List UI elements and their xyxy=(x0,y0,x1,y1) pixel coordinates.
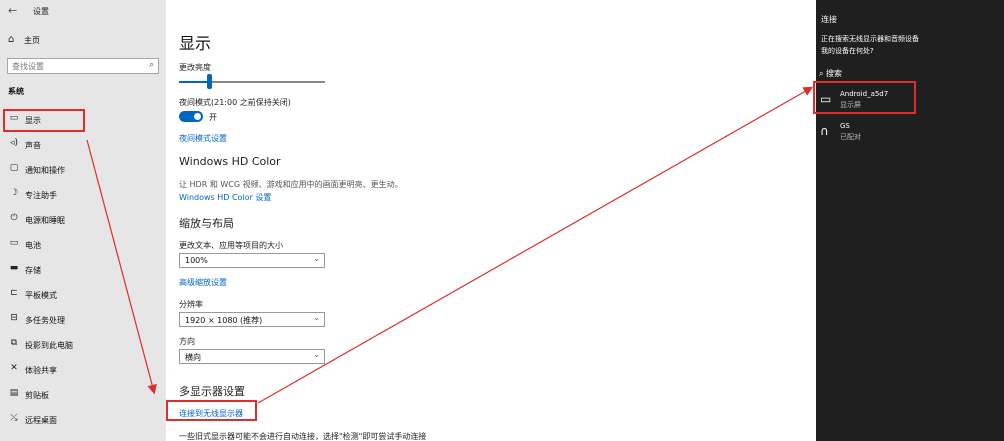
tablet-icon: ⊏ xyxy=(10,288,18,298)
multi-display-note: 一些旧式显示器可能不会进行自动连接，选择"检测"即可尝试手动连接 xyxy=(179,432,427,441)
power-icon: ⏻ xyxy=(10,213,18,223)
sidebar-item-notifications[interactable]: ▢ 通知和操作 xyxy=(0,161,166,181)
where-is-my-device-link[interactable]: 我的设备在何处? xyxy=(821,46,874,56)
sidebar-item-label: 声音 xyxy=(25,141,41,150)
sidebar-item-remote-desktop[interactable]: ⤯ 远程桌面 xyxy=(0,411,166,431)
highlight-box-device xyxy=(813,81,916,114)
hdr-description: 让 HDR 和 WCG 视频、游戏和应用中的画面更明亮、更生动。 xyxy=(179,180,403,189)
window-title: 设置 xyxy=(33,7,49,16)
sidebar-item-multitasking[interactable]: ⊟ 多任务处理 xyxy=(0,311,166,331)
hdr-settings-link[interactable]: Windows HD Color 设置 xyxy=(179,192,271,203)
sidebar-item-power-sleep[interactable]: ⏻ 电源和睡眠 xyxy=(0,211,166,231)
clipboard-icon: ▤ xyxy=(9,388,19,398)
panel-title: 连接 xyxy=(821,15,837,24)
sidebar-item-label: 电池 xyxy=(25,241,41,250)
sidebar-item-label: 多任务处理 xyxy=(25,316,65,325)
multitask-icon: ⊟ xyxy=(10,313,18,323)
night-mode-label: 夜间模式(21:00 之前保持关闭) xyxy=(179,98,291,107)
sidebar-item-tablet-mode[interactable]: ⊏ 平板模式 xyxy=(0,286,166,306)
chevron-down-icon: ⌄ xyxy=(313,313,320,322)
sidebar-item-label: 投影到此电脑 xyxy=(25,341,73,350)
text-size-label: 更改文本、应用等项目的大小 xyxy=(179,241,283,250)
sidebar-item-shared-experiences[interactable]: ✕ 体验共享 xyxy=(0,361,166,381)
search-input[interactable] xyxy=(12,60,140,72)
search-field[interactable]: ⌕ xyxy=(7,58,159,74)
sidebar-item-label: 通知和操作 xyxy=(25,166,65,175)
device-item[interactable]: ∩ GS 已配对 xyxy=(816,121,1004,151)
advanced-scaling-link[interactable]: 高级缩放设置 xyxy=(179,277,227,288)
orientation-dropdown[interactable]: 横向 ⌄ xyxy=(179,349,325,364)
hdr-heading: Windows HD Color xyxy=(179,155,281,168)
brightness-slider-fill xyxy=(179,81,209,83)
highlight-box-connect xyxy=(166,400,257,421)
project-icon: ⧉ xyxy=(10,338,18,348)
resolution-label: 分辨率 xyxy=(179,300,203,309)
title-bar: ← 设置 xyxy=(0,0,166,22)
sidebar-item-sound[interactable]: ◃) 声音 xyxy=(0,136,166,156)
multi-display-heading: 多显示器设置 xyxy=(179,385,245,398)
sidebar-item-clipboard[interactable]: ▤ 剪贴板 xyxy=(0,386,166,406)
scale-layout-heading: 缩放与布局 xyxy=(179,217,234,230)
chevron-down-icon: ⌄ xyxy=(313,254,320,263)
settings-sidebar: ← 设置 ⌂ 主页 ⌕ 系统 ▭ 显示 ◃) 声音 ▢ 通知和操作 ☽ 专注助手… xyxy=(0,0,166,441)
sidebar-item-label: 体验共享 xyxy=(25,366,57,375)
highlight-box-display xyxy=(3,109,85,132)
notification-icon: ▢ xyxy=(9,163,19,173)
shared-experience-icon: ✕ xyxy=(10,363,18,373)
orientation-label: 方向 xyxy=(179,337,195,346)
sidebar-item-storage[interactable]: ▬ 存储 xyxy=(0,261,166,281)
page-title: 显示 xyxy=(179,34,212,53)
sidebar-item-label: 电源和睡眠 xyxy=(25,216,65,225)
search-icon[interactable]: ⌕ xyxy=(149,60,154,70)
sidebar-item-battery[interactable]: ▭ 电池 xyxy=(0,236,166,256)
home-icon: ⌂ xyxy=(8,34,15,45)
night-mode-toggle[interactable] xyxy=(179,111,203,122)
brightness-slider-thumb[interactable] xyxy=(207,74,212,89)
battery-icon: ▭ xyxy=(9,238,19,248)
brightness-slider[interactable] xyxy=(179,81,325,83)
text-size-value: 100% xyxy=(185,256,208,265)
speaker-icon: ◃) xyxy=(9,138,19,148)
connect-panel: 连接 正在搜索无线显示器和音频设备 我的设备在何处? ⌕ 搜索 ▭ Androi… xyxy=(816,0,1004,441)
moon-icon: ☽ xyxy=(9,188,19,198)
text-size-dropdown[interactable]: 100% ⌄ xyxy=(179,253,325,268)
sidebar-item-focus-assist[interactable]: ☽ 专注助手 xyxy=(0,186,166,206)
panel-search-label: 搜索 xyxy=(826,69,843,78)
display-settings-page: 显示 更改亮度 夜间模式(21:00 之前保持关闭) 开 夜间模式设置 Wind… xyxy=(166,0,816,441)
panel-search[interactable]: ⌕ 搜索 xyxy=(819,68,842,79)
section-header-system: 系统 xyxy=(8,87,24,96)
sidebar-item-label: 平板模式 xyxy=(25,291,57,300)
device-type: 已配对 xyxy=(840,133,861,141)
device-name: GS xyxy=(840,122,850,130)
home-label: 主页 xyxy=(24,36,40,45)
panel-status: 正在搜索无线显示器和音频设备 xyxy=(821,35,919,43)
headphones-icon: ∩ xyxy=(820,124,829,138)
resolution-value: 1920 × 1080 (推荐) xyxy=(185,316,263,325)
back-arrow-icon[interactable]: ← xyxy=(8,4,17,17)
brightness-label: 更改亮度 xyxy=(179,63,211,72)
search-icon: ⌕ xyxy=(819,69,824,78)
sidebar-item-label: 剪贴板 xyxy=(25,391,49,400)
resolution-dropdown[interactable]: 1920 × 1080 (推荐) ⌄ xyxy=(179,312,325,327)
sidebar-item-label: 专注助手 xyxy=(25,191,57,200)
home-link[interactable]: ⌂ 主页 xyxy=(0,32,166,50)
toggle-knob xyxy=(194,113,201,120)
night-mode-settings-link[interactable]: 夜间模式设置 xyxy=(179,133,227,144)
sidebar-item-label: 远程桌面 xyxy=(25,416,57,425)
remote-desktop-icon: ⤯ xyxy=(10,413,18,423)
chevron-down-icon: ⌄ xyxy=(313,350,320,359)
sidebar-item-project-to-pc[interactable]: ⧉ 投影到此电脑 xyxy=(0,336,166,356)
night-mode-state: 开 xyxy=(209,113,217,122)
orientation-value: 横向 xyxy=(185,353,201,362)
sidebar-item-label: 存储 xyxy=(25,266,41,275)
storage-icon: ▬ xyxy=(9,263,19,273)
